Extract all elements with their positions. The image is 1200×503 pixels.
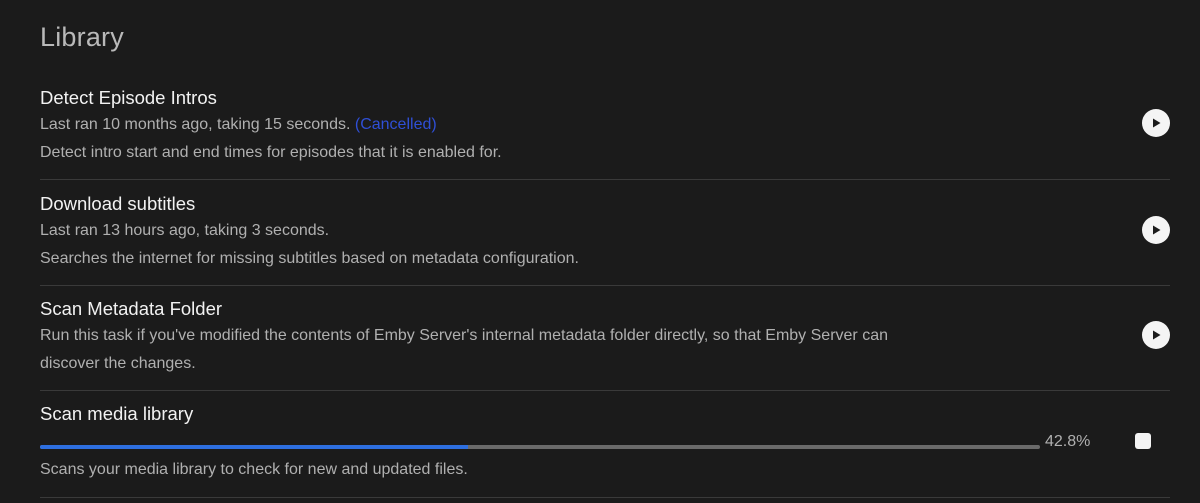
- play-icon: [1153, 330, 1161, 340]
- section-title: Library: [40, 22, 124, 52]
- task-download-subtitles[interactable]: Download subtitles Last ran 13 hours ago…: [40, 191, 1170, 286]
- stop-task-button[interactable]: [1135, 433, 1151, 449]
- task-scan-metadata-folder[interactable]: Scan Metadata Folder Run this task if yo…: [40, 296, 1170, 391]
- task-description-line2: discover the changes.: [40, 355, 196, 372]
- run-task-button[interactable]: [1142, 321, 1170, 349]
- run-task-button[interactable]: [1142, 109, 1170, 137]
- progress-percent: 42.8%: [1045, 433, 1091, 450]
- task-name: Scan media library: [40, 403, 194, 424]
- play-icon: [1153, 118, 1161, 128]
- task-description: Detect intro start and end times for epi…: [40, 144, 502, 161]
- task-last-run: Last ran 13 hours ago, taking 3 seconds.: [40, 222, 330, 239]
- last-run-text: Last ran 10 months ago, taking 15 second…: [40, 116, 351, 133]
- task-name: Detect Episode Intros: [40, 87, 217, 108]
- progress-fill: [40, 445, 468, 449]
- task-detect-episode-intros[interactable]: Detect Episode Intros Last ran 10 months…: [40, 85, 1170, 180]
- task-description: Scans your media library to check for ne…: [40, 461, 468, 478]
- progress-bar: [40, 445, 1040, 449]
- task-name: Scan Metadata Folder: [40, 298, 223, 319]
- task-description-line1: Run this task if you've modified the con…: [40, 327, 888, 344]
- run-task-button[interactable]: [1142, 216, 1170, 244]
- status-cancelled: (Cancelled): [354, 116, 437, 133]
- task-last-run: Last ran 10 months ago, taking 15 second…: [40, 111, 1170, 139]
- scheduled-tasks-panel: Library Detect Episode Intros Last ran 1…: [0, 0, 1200, 503]
- task-description: Searches the internet for missing subtit…: [40, 250, 579, 267]
- task-name: Download subtitles: [40, 193, 196, 214]
- task-scan-media-library[interactable]: Scan media library 42.8% Scans your medi…: [40, 401, 1170, 498]
- play-icon: [1153, 225, 1161, 235]
